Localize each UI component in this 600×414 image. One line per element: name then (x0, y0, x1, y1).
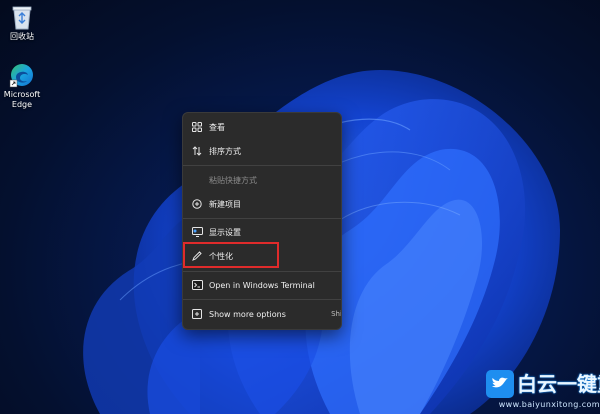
menu-item-label: 排序方式 (209, 146, 241, 156)
bird-logo-icon (486, 370, 514, 398)
grid-icon (191, 121, 203, 133)
menu-item-label: 粘贴快捷方式 (209, 175, 257, 185)
menu-item-label: Open in Windows Terminal (209, 280, 315, 290)
menu-separator (183, 271, 341, 272)
more-options-icon (191, 308, 203, 320)
desktop[interactable]: 回收站 Microsoft Edge 查看 排序方式 粘贴快捷方式 新建项目 显… (0, 0, 600, 414)
desktop-icon-microsoft-edge[interactable]: Microsoft Edge (0, 62, 44, 110)
microsoft-edge-icon (9, 64, 33, 88)
menu-item-paste-shortcut: 粘贴快捷方式 (183, 169, 341, 191)
recycle-bin-label: 回收站 (10, 32, 34, 41)
display-icon (191, 226, 203, 238)
desktop-context-menu: 查看 排序方式 粘贴快捷方式 新建项目 显示设置 个性化 Open in Win… (182, 112, 342, 330)
menu-item-new[interactable]: 新建项目 (183, 193, 341, 215)
menu-item-show-more-options[interactable]: Show more options Shift (183, 303, 341, 325)
menu-item-view[interactable]: 查看 (183, 116, 341, 138)
personalize-highlight-box (183, 242, 279, 268)
watermark-url: www.baiyunxitong.com (498, 400, 600, 409)
sort-icon (191, 145, 203, 157)
menu-item-sort-by[interactable]: 排序方式 (183, 140, 341, 162)
watermark-title: 白云一键重装系统 (517, 372, 600, 396)
terminal-icon (191, 279, 203, 291)
menu-separator (183, 218, 341, 219)
desktop-icon-recycle-bin[interactable]: 回收站 (0, 4, 44, 42)
menu-separator (183, 165, 341, 166)
recycle-bin-icon (12, 6, 32, 30)
menu-separator (183, 299, 341, 300)
menu-item-display-settings[interactable]: 显示设置 (183, 221, 341, 243)
menu-item-label: 查看 (209, 122, 225, 132)
menu-item-label: 显示设置 (209, 227, 241, 237)
watermark: 白云一键重装系统 www.baiyunxitong.com (486, 370, 600, 414)
menu-item-label: 新建项目 (209, 199, 241, 209)
menu-item-shortcut: Shift (331, 310, 342, 318)
blank-icon (191, 174, 203, 186)
menu-item-label: Show more options (209, 309, 286, 319)
menu-item-open-terminal[interactable]: Open in Windows Terminal (183, 274, 341, 296)
plus-circle-icon (191, 198, 203, 210)
microsoft-edge-label: Microsoft Edge (3, 90, 41, 109)
